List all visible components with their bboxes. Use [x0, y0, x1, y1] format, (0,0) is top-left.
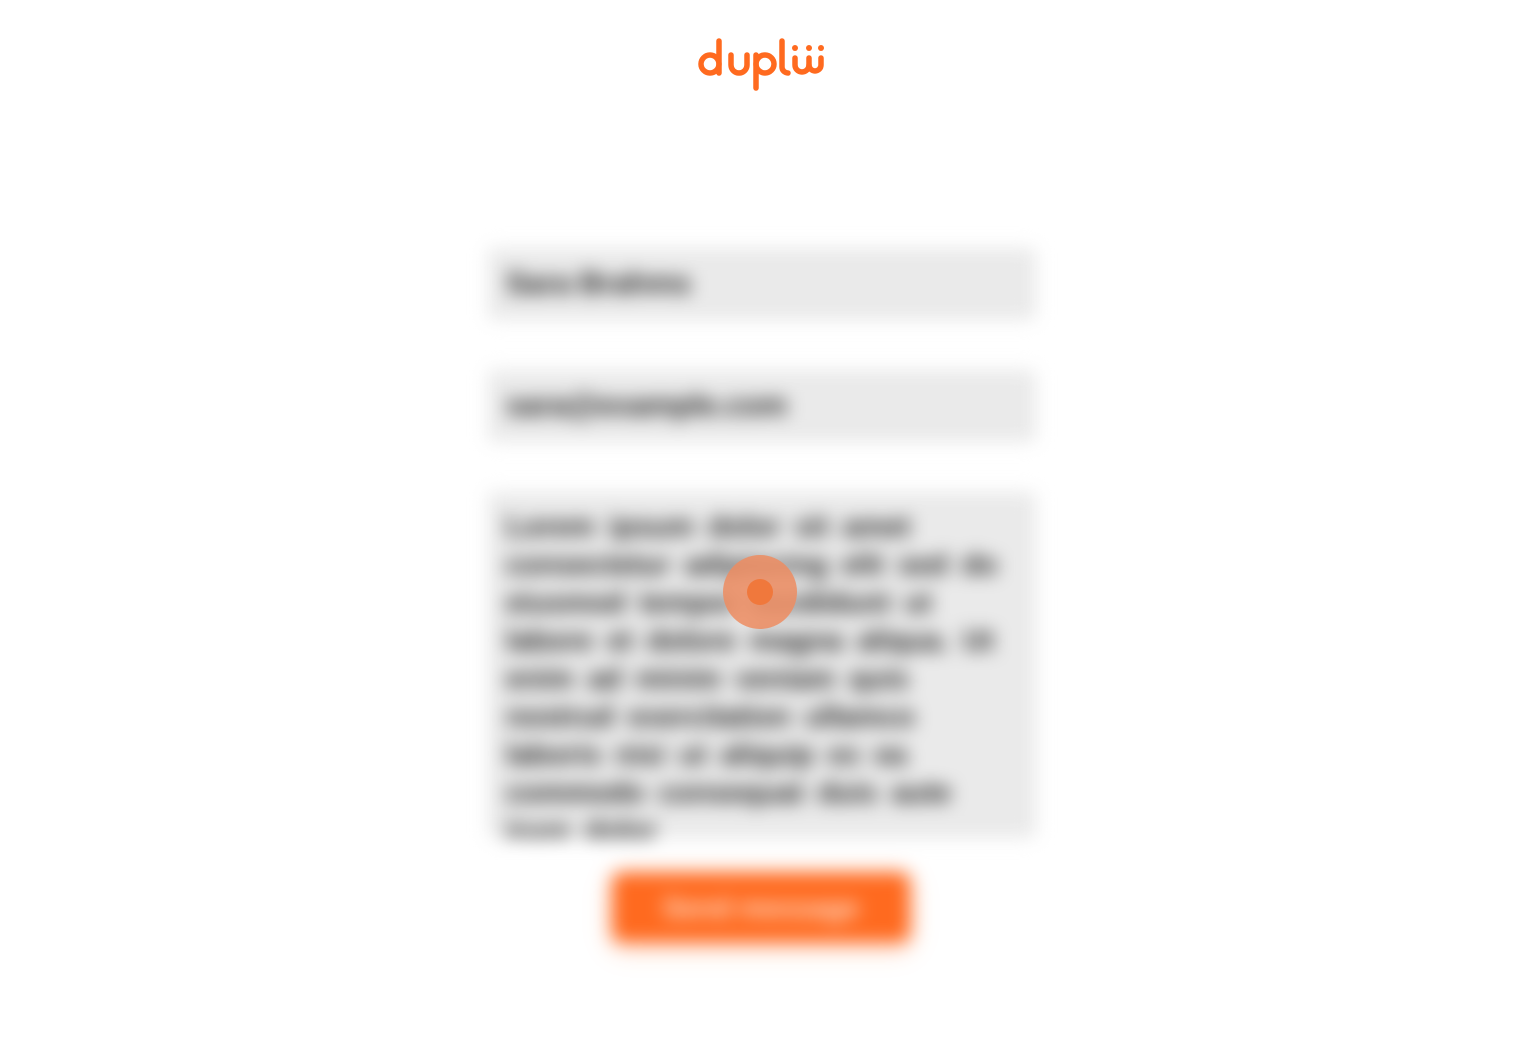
name-field-value: Sara Brahms	[506, 267, 692, 300]
email-field-value: sara@example.com	[506, 389, 788, 422]
name-field[interactable]: Sara Brahms	[488, 248, 1036, 320]
page: Sara Brahms sara@example.com Lorem ipsum…	[0, 0, 1524, 1054]
loading-spinner-icon	[723, 555, 797, 629]
submit-button[interactable]: Send message	[612, 872, 910, 942]
email-field[interactable]: sara@example.com	[488, 370, 1036, 442]
message-field[interactable]: Lorem ipsum dolor sit amet consectetur a…	[488, 492, 1036, 838]
contact-form: Sara Brahms sara@example.com Lorem ipsum…	[0, 0, 1524, 1054]
spinner-dot	[747, 579, 773, 605]
